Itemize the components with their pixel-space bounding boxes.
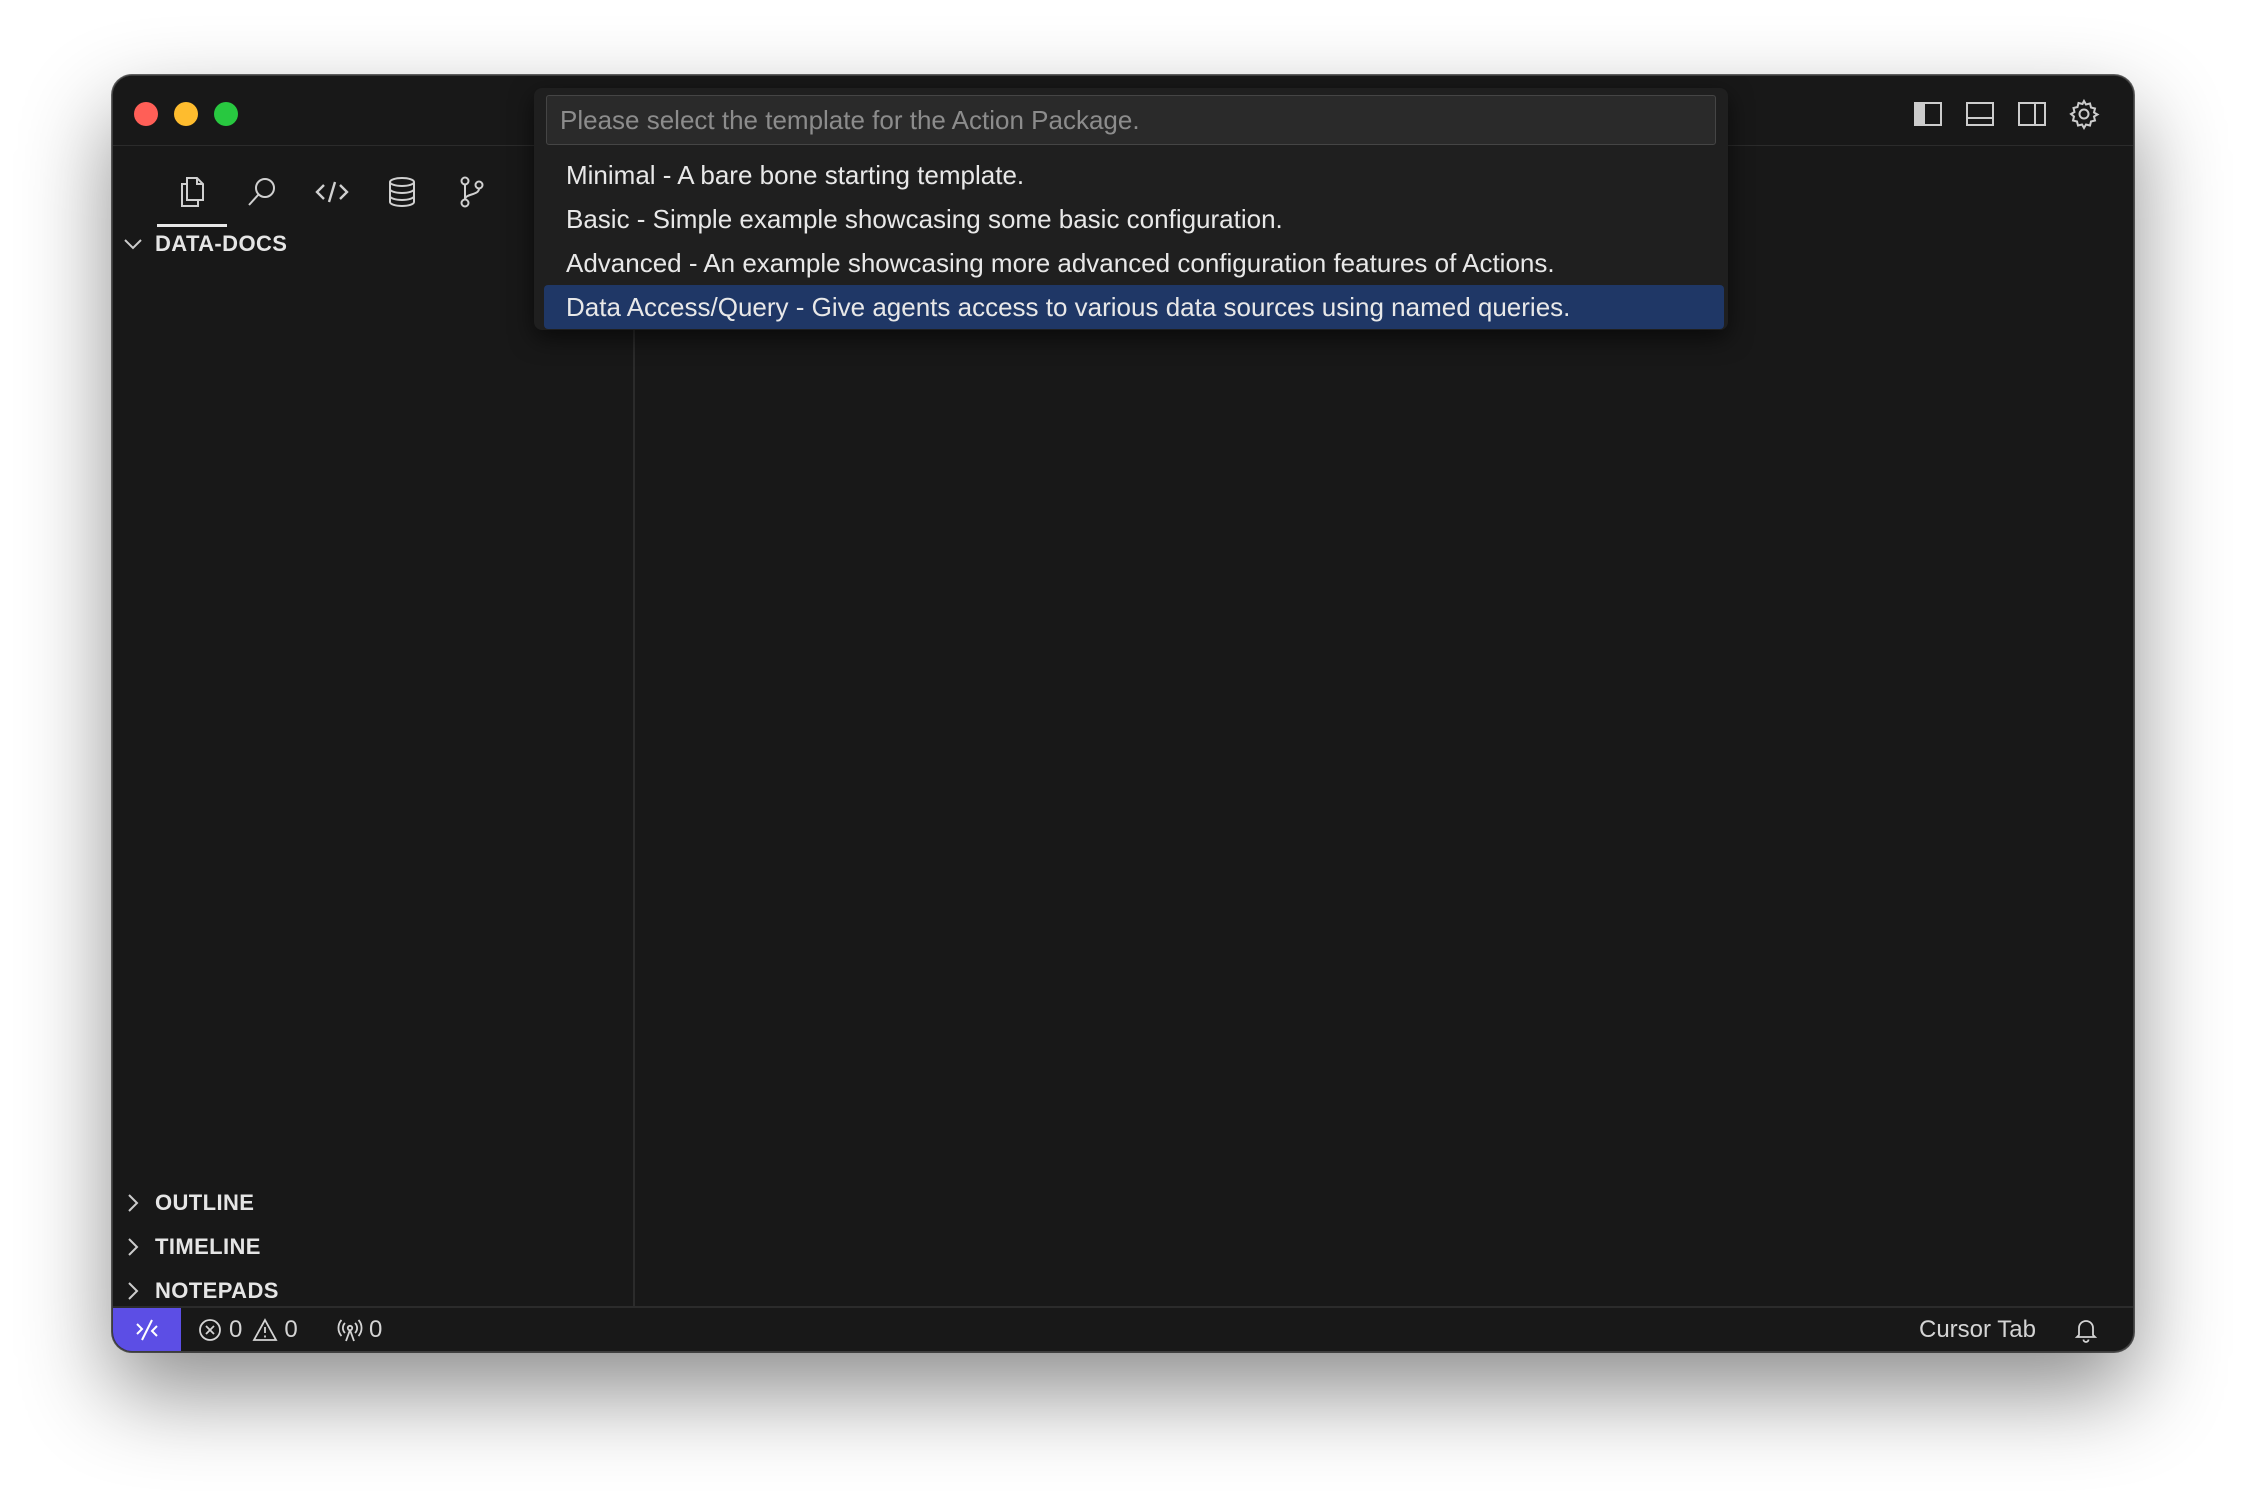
code-icon	[315, 181, 349, 203]
cursor-tab-status[interactable]: Cursor Tab	[1919, 1308, 2036, 1351]
chevron-right-icon	[128, 1238, 139, 1256]
search-tab[interactable]	[227, 162, 297, 222]
template-option-minimal[interactable]: Minimal - A bare bone starting template.	[544, 153, 1724, 197]
toggle-secondary-sidebar-button[interactable]	[2014, 96, 2050, 132]
broadcast-icon	[337, 1318, 363, 1341]
gear-icon	[2069, 98, 2100, 130]
database-icon	[389, 177, 415, 208]
error-icon	[199, 1318, 221, 1341]
status-bar: 0 0 0 Cursor Tab	[113, 1306, 2133, 1351]
activity-bar	[157, 162, 507, 227]
quick-pick-input[interactable]	[546, 95, 1716, 145]
explorer-section-header[interactable]: DATA-DOCS	[121, 224, 287, 264]
files-icon	[181, 177, 204, 207]
toggle-panel-icon	[1966, 102, 1994, 126]
ports-count: 0	[369, 1315, 383, 1343]
search-icon	[248, 178, 275, 206]
settings-button[interactable]	[2066, 96, 2102, 132]
warning-count: 0	[284, 1315, 298, 1343]
source-control-icon	[460, 176, 484, 208]
chevron-right-icon	[128, 1282, 139, 1300]
code-tab[interactable]	[297, 162, 367, 222]
close-window-button[interactable]	[134, 102, 158, 126]
toggle-panel-button[interactable]	[1962, 96, 1998, 132]
bell-icon	[2074, 1319, 2098, 1343]
toggle-primary-sidebar-icon	[1914, 102, 1942, 126]
remote-icon	[136, 1319, 158, 1340]
ports-status[interactable]: 0	[337, 1308, 382, 1351]
source-control-tab[interactable]	[437, 162, 507, 222]
template-option-advanced[interactable]: Advanced - An example showcasing more ad…	[544, 241, 1724, 285]
problems-status[interactable]: 0 0	[197, 1308, 298, 1351]
explorer-tab[interactable]	[157, 162, 227, 227]
error-count: 0	[229, 1315, 243, 1343]
chevron-right-icon	[128, 1194, 139, 1212]
maximize-window-button[interactable]	[214, 102, 238, 126]
toggle-primary-sidebar-button[interactable]	[1910, 96, 1946, 132]
outline-label: OUTLINE	[155, 1190, 255, 1215]
timeline-label: TIMELINE	[155, 1234, 261, 1259]
quick-pick-list: Minimal - A bare bone starting template.…	[544, 153, 1724, 329]
notepads-section-header[interactable]: NOTEPADS	[121, 1271, 279, 1311]
warning-icon	[252, 1317, 278, 1341]
chevron-down-icon	[124, 239, 142, 250]
timeline-section-header[interactable]: TIMELINE	[121, 1227, 261, 1267]
outline-section-header[interactable]: OUTLINE	[121, 1183, 254, 1223]
template-option-data-access-query[interactable]: Data Access/Query - Give agents access t…	[544, 285, 1724, 329]
remote-indicator-button[interactable]	[113, 1308, 181, 1351]
quick-pick-palette: Minimal - A bare bone starting template.…	[534, 88, 1728, 330]
toggle-secondary-sidebar-icon	[2018, 102, 2046, 126]
minimize-window-button[interactable]	[174, 102, 198, 126]
notepads-label: NOTEPADS	[155, 1278, 279, 1303]
explorer-title: DATA-DOCS	[155, 231, 288, 256]
notifications-button[interactable]	[2073, 1308, 2099, 1351]
editor-window: DATA-DOCS OUTLINE TIMELINE NOTEPADS 0 0 …	[112, 75, 2134, 1352]
template-option-basic[interactable]: Basic - Simple example showcasing some b…	[544, 197, 1724, 241]
database-tab[interactable]	[367, 162, 437, 222]
cursor-tab-label: Cursor Tab	[1919, 1315, 2036, 1343]
